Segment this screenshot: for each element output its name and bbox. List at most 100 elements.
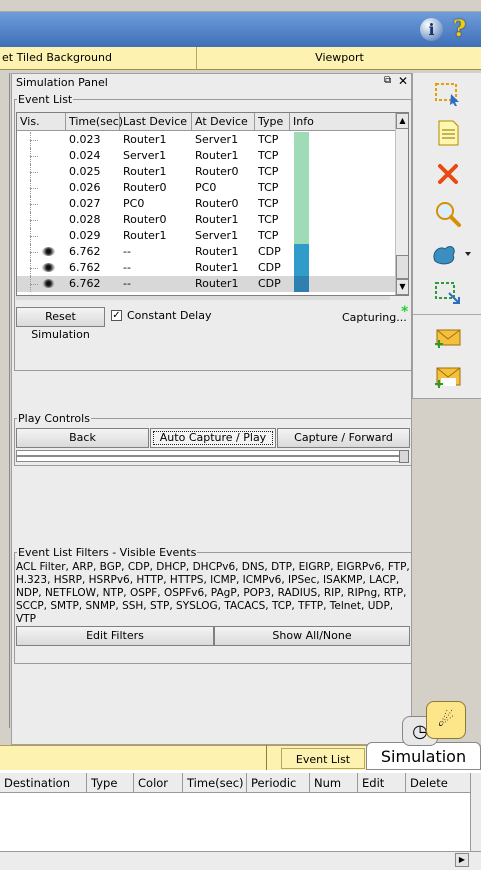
main-toolbar: [0, 12, 481, 47]
simulation-mode-icon[interactable]: ☄: [426, 701, 466, 739]
panel-title: Simulation Panel: [16, 76, 108, 89]
play-controls-legend: Play Controls: [18, 412, 90, 425]
workspace-bar: et Tiled Background Viewport: [0, 47, 481, 70]
inspect-icon[interactable]: [433, 199, 463, 229]
info-color-swatch[interactable]: [294, 180, 309, 196]
eye-icon[interactable]: [42, 247, 55, 256]
column-time[interactable]: Time(sec): [66, 113, 123, 131]
auto-capture-play-button[interactable]: Auto Capture / Play: [150, 428, 276, 448]
table-row[interactable]: 0.029 Router1 Server1 TCP: [17, 228, 395, 244]
column-color[interactable]: Color: [134, 773, 183, 793]
cell-time: 6.762: [69, 261, 101, 274]
cell-time: 0.029: [69, 229, 101, 242]
table-row[interactable]: 0.025 Router1 Router0 TCP: [17, 164, 395, 180]
menu-strip: [0, 0, 481, 12]
cell-type: TCP: [258, 229, 279, 242]
scroll-thumb[interactable]: [396, 255, 408, 279]
cell-time: 6.762: [69, 277, 101, 290]
info-icon[interactable]: i: [420, 18, 443, 41]
event-list-table[interactable]: Vis. Time(sec) Last Device At Device Typ…: [16, 112, 409, 296]
column-periodic[interactable]: Periodic: [247, 773, 310, 793]
column-edit[interactable]: Edit: [358, 773, 406, 793]
tree-branch: [30, 156, 38, 157]
scroll-up-button[interactable]: ▲: [396, 113, 408, 129]
toolbar-separator: [413, 314, 481, 315]
cell-time: 0.025: [69, 165, 101, 178]
tree-branch: [30, 220, 38, 221]
table-row[interactable]: 6.762 -- Router1 CDP: [17, 260, 395, 276]
eye-icon[interactable]: [42, 263, 55, 272]
info-color-swatch[interactable]: [294, 196, 309, 212]
delete-icon[interactable]: [433, 159, 463, 189]
column-num[interactable]: Num: [310, 773, 358, 793]
scroll-right-button[interactable]: ▶: [455, 853, 469, 867]
table-row[interactable]: 6.762 -- Router1 CDP: [17, 276, 395, 292]
tree-branch: [30, 140, 38, 141]
event-list-scrollbar[interactable]: ▲ ▼: [395, 113, 408, 295]
event-list-hscroll[interactable]: [16, 296, 390, 300]
info-color-swatch[interactable]: [294, 260, 309, 276]
simulation-panel: Simulation Panel ⧉ ✕ Event List Vis. Tim…: [11, 73, 412, 745]
table-row[interactable]: 0.024 Server1 Router1 TCP: [17, 148, 395, 164]
table-row[interactable]: 0.027 PC0 Router0 TCP: [17, 196, 395, 212]
edit-filters-button[interactable]: Edit Filters: [16, 626, 214, 646]
column-delete[interactable]: Delete: [406, 773, 470, 793]
table-row[interactable]: 0.028 Router0 Router1 TCP: [17, 212, 395, 228]
draw-shape-icon[interactable]: [429, 239, 473, 269]
reset-simulation-button[interactable]: Reset Simulation: [16, 307, 105, 341]
viewport-button[interactable]: Viewport: [198, 47, 481, 69]
event-list-header: Vis. Time(sec) Last Device At Device Typ…: [17, 113, 395, 131]
column-destination[interactable]: Destination: [0, 773, 87, 793]
select-icon[interactable]: [433, 78, 463, 108]
cell-time: 0.028: [69, 213, 101, 226]
table-row[interactable]: 0.026 Router0 PC0 TCP: [17, 180, 395, 196]
cell-at: Router1: [195, 213, 239, 226]
visible-events-list: ACL Filter, ARP, BGP, CDP, DHCP, DHCPv6,…: [16, 561, 410, 625]
add-complex-pdu-icon[interactable]: [433, 362, 463, 392]
resize-icon[interactable]: [433, 279, 463, 309]
column-pdu-type[interactable]: Type: [87, 773, 134, 793]
info-color-swatch[interactable]: [294, 148, 309, 164]
column-info[interactable]: Info: [290, 113, 395, 131]
slider-knob[interactable]: [399, 450, 409, 463]
capture-forward-button[interactable]: Capture / Forward: [277, 428, 410, 448]
cell-at: Router1: [195, 245, 239, 258]
table-row[interactable]: 0.023 Router1 Server1 TCP: [17, 132, 395, 148]
info-color-swatch[interactable]: [294, 212, 309, 228]
close-icon[interactable]: ✕: [398, 74, 408, 88]
constant-delay-checkbox[interactable]: ✓: [111, 310, 122, 321]
cell-at: Router1: [195, 277, 239, 290]
set-tiled-background-button[interactable]: et Tiled Background: [0, 47, 197, 69]
back-button[interactable]: Back: [16, 428, 149, 448]
column-type[interactable]: Type: [255, 113, 290, 131]
column-pdu-time[interactable]: Time(sec): [183, 773, 247, 793]
add-simple-pdu-icon[interactable]: [433, 322, 463, 352]
pdu-vscroll[interactable]: [470, 773, 481, 851]
note-icon[interactable]: [433, 118, 463, 148]
eye-icon[interactable]: [42, 279, 55, 288]
cell-last: --: [123, 277, 131, 290]
info-color-swatch[interactable]: [294, 228, 309, 244]
constant-delay-label: Constant Delay: [127, 309, 212, 322]
event-list-tab[interactable]: Event List: [281, 748, 365, 769]
cell-at: Router1: [195, 261, 239, 274]
column-at-device[interactable]: At Device: [192, 113, 255, 131]
pdu-hscroll[interactable]: [0, 851, 481, 870]
pdu-table-header: Destination Type Color Time(sec) Periodi…: [0, 773, 470, 793]
cell-time: 0.023: [69, 133, 101, 146]
table-row[interactable]: 6.762 -- Router1 CDP: [17, 244, 395, 260]
info-color-swatch[interactable]: [294, 244, 309, 260]
info-color-swatch[interactable]: [294, 276, 309, 292]
cell-at: Server1: [195, 229, 239, 242]
cell-type: TCP: [258, 165, 279, 178]
column-vis[interactable]: Vis.: [17, 113, 66, 131]
info-color-swatch[interactable]: [294, 164, 309, 180]
help-icon[interactable]: ?: [448, 18, 471, 41]
scroll-down-button[interactable]: ▼: [396, 279, 408, 295]
cell-at: PC0: [195, 181, 217, 194]
info-color-swatch[interactable]: [294, 132, 309, 148]
show-all-none-button[interactable]: Show All/None: [214, 626, 410, 646]
float-window-icon[interactable]: ⧉: [384, 75, 391, 86]
tree-branch: [30, 188, 38, 189]
column-last-device[interactable]: Last Device: [120, 113, 192, 131]
